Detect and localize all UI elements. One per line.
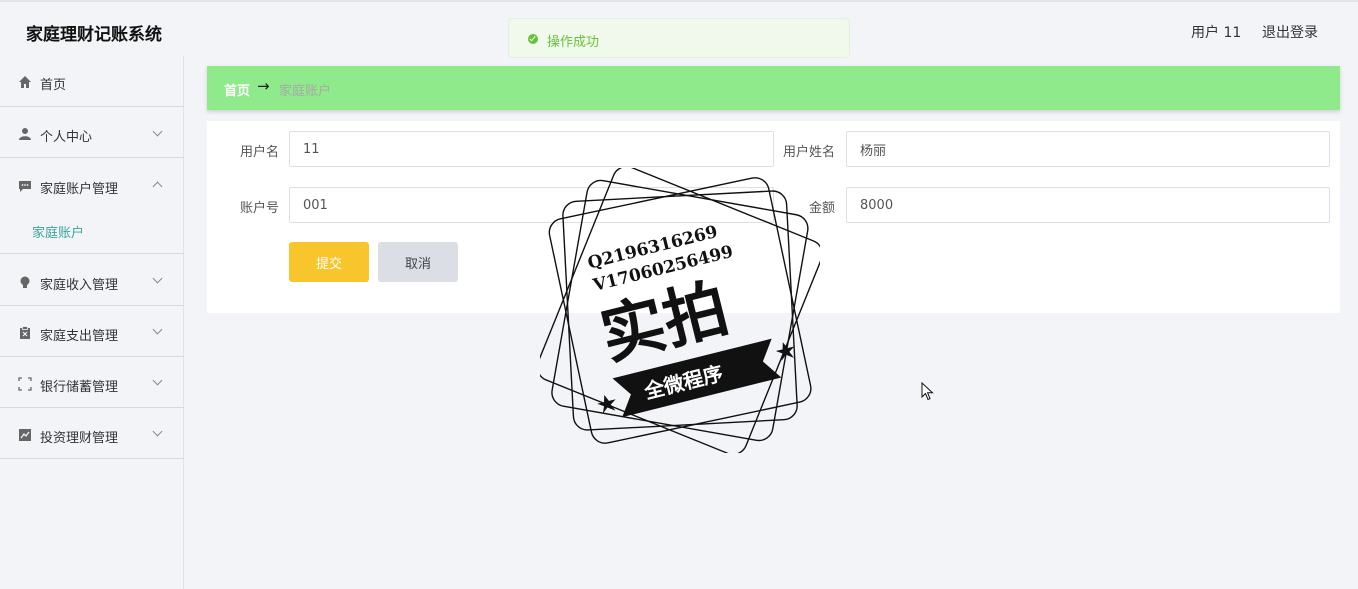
sidebar-item-income-mgmt[interactable]: 家庭收入管理 [0,255,184,306]
sidebar-item-label: 投资理财管理 [40,431,119,446]
breadcrumb-home[interactable]: 首页 [224,80,250,99]
sidebar-item-investment-mgmt[interactable]: 投资理财管理 [0,408,184,459]
sidebar-item-label: 家庭支出管理 [40,329,119,344]
home-icon [19,76,31,88]
app-title: 家庭理财记账系统 [26,25,162,45]
user-icon [19,128,31,140]
logout-button[interactable]: 退出登录 [1262,22,1318,42]
chevron-down-icon [152,324,163,335]
chevron-down-icon [152,126,163,137]
sidebar-item-home[interactable]: 首页 [0,56,184,107]
sidebar-item-family-account-mgmt[interactable]: 家庭账户管理 [0,158,184,254]
check-circle-icon [528,34,538,44]
chevron-down-icon [152,426,163,437]
sidebar-item-savings-mgmt[interactable]: 银行储蓄管理 [0,357,184,408]
sidebar-item-label: 家庭收入管理 [40,278,119,293]
sidebar-item-label: 首页 [40,78,67,93]
sidebar-subitem-family-account[interactable]: 家庭账户 [32,222,84,241]
chart-icon [19,429,31,441]
submit-button[interactable]: 提交 [289,242,369,282]
chat-icon [19,181,31,192]
sidebar-item-label: 银行储蓄管理 [40,380,119,395]
breadcrumb-current: 家庭账户 [279,84,332,99]
cancel-button[interactable]: 取消 [378,242,458,282]
watermark-stamp: Q2196316269 V17060256499 实拍 全微程序 [540,168,820,453]
sidebar-item-personal-center[interactable]: 个人中心 [0,107,184,158]
chevron-down-icon [152,375,163,386]
success-toast: 操作成功 [508,18,850,58]
sidebar-item-label: 家庭账户管理 [40,182,119,197]
current-user-label: 用户 11 [1191,25,1242,41]
realname-label: 用户姓名 [782,145,835,160]
star-icon [597,394,616,414]
breadcrumb-separator: → [257,77,270,95]
sidebar-item-expense-mgmt[interactable]: 家庭支出管理 [0,306,184,357]
toast-message: 操作成功 [547,35,600,50]
sidebar-item-label: 个人中心 [40,130,93,145]
sidebar: 首页 个人中心 家庭账户管理 家庭账户 家庭收入管理 家庭支出管理 银行储蓄管理… [0,56,184,589]
account-number-label: 账户号 [239,201,279,216]
chevron-up-icon [152,181,163,192]
realname-field[interactable] [846,131,1330,167]
breadcrumb: 首页 → 家庭账户 [207,66,1340,110]
mouse-cursor-icon [921,382,934,401]
amount-field[interactable] [846,187,1330,223]
bulb-icon [20,276,30,288]
username-field[interactable] [289,131,774,167]
clipboard-icon [20,326,30,339]
username-label: 用户名 [239,145,279,160]
chevron-down-icon [152,273,163,284]
fullscreen-icon [18,377,32,391]
